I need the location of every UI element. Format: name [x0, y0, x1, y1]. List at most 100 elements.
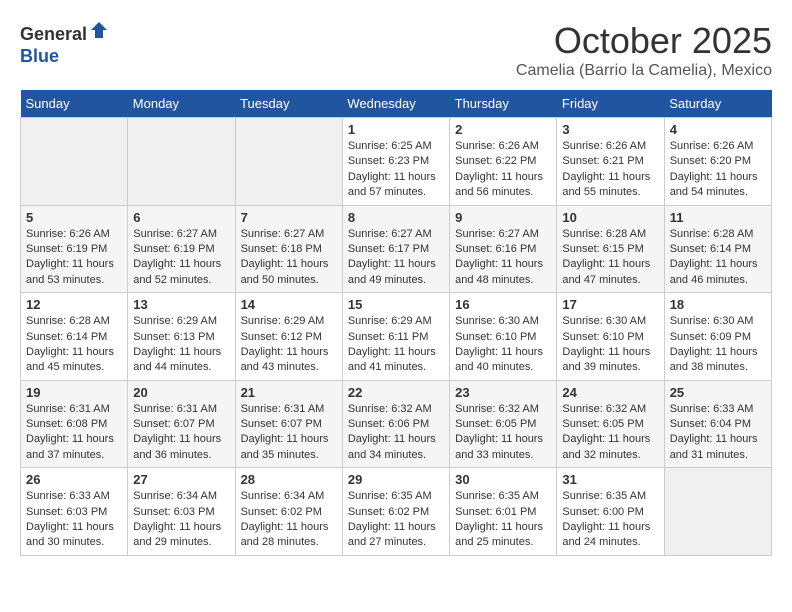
day-number: 16 [455, 297, 551, 312]
day-number: 4 [670, 122, 766, 137]
calendar-cell [664, 468, 771, 556]
weekday-monday: Monday [128, 90, 235, 118]
weekday-wednesday: Wednesday [342, 90, 449, 118]
calendar-cell: 13 Sunrise: 6:29 AM Sunset: 6:13 PM Dayli… [128, 293, 235, 381]
day-info: Sunrise: 6:32 AM Sunset: 6:06 PM Dayligh… [348, 402, 444, 464]
day-number: 12 [26, 297, 122, 312]
day-number: 5 [26, 210, 122, 225]
day-info: Sunrise: 6:34 AM Sunset: 6:02 PM Dayligh… [241, 489, 337, 551]
calendar-cell: 5Sunrise: 6:26 AM Sunset: 6:19 PM Daylig… [21, 205, 128, 293]
day-number: 11 [670, 210, 766, 225]
week-row-1: 1Sunrise: 6:25 AM Sunset: 6:23 PM Daylig… [21, 118, 772, 206]
day-info: Sunrise: 6:28 AM Sunset: 6:14 PM Dayligh… [26, 314, 122, 376]
day-number: 23 [455, 385, 551, 400]
day-info: Sunrise: 6:26 AM Sunset: 6:20 PM Dayligh… [670, 139, 766, 201]
day-info: Sunrise: 6:35 AM Sunset: 6:00 PM Dayligh… [562, 489, 658, 551]
day-info: Sunrise: 6:35 AM Sunset: 6:01 PM Dayligh… [455, 489, 551, 551]
day-number: 19 [26, 385, 122, 400]
calendar-cell: 29 Sunrise: 6:35 AM Sunset: 6:02 PM Dayli… [342, 468, 449, 556]
day-info: Sunrise: 6:27 AM Sunset: 6:16 PM Dayligh… [455, 227, 551, 289]
day-info: Sunrise: 6:26 AM Sunset: 6:22 PM Dayligh… [455, 139, 551, 201]
day-number: 2 [455, 122, 551, 137]
calendar-cell: 10 Sunrise: 6:28 AM Sunset: 6:15 PM Dayli… [557, 205, 664, 293]
calendar-cell: 16 Sunrise: 6:30 AM Sunset: 6:10 PM Dayli… [450, 293, 557, 381]
day-number: 30 [455, 472, 551, 487]
calendar-cell: 2 Sunrise: 6:26 AM Sunset: 6:22 PM Daylig… [450, 118, 557, 206]
calendar-cell [128, 118, 235, 206]
calendar-cell: 23 Sunrise: 6:32 AM Sunset: 6:05 PM Dayli… [450, 380, 557, 468]
day-info: Sunrise: 6:29 AM Sunset: 6:11 PM Dayligh… [348, 314, 444, 376]
calendar-cell: 24 Sunrise: 6:32 AM Sunset: 6:05 PM Dayli… [557, 380, 664, 468]
calendar-cell: 31 Sunrise: 6:35 AM Sunset: 6:00 PM Dayli… [557, 468, 664, 556]
day-number: 29 [348, 472, 444, 487]
calendar-table: SundayMondayTuesdayWednesdayThursdayFrid… [20, 90, 772, 556]
calendar-cell: 20 Sunrise: 6:31 AM Sunset: 6:07 PM Dayli… [128, 380, 235, 468]
weekday-tuesday: Tuesday [235, 90, 342, 118]
page-header: General Blue October 2025 Camelia (Barri… [20, 20, 772, 80]
logo: General Blue [20, 20, 109, 67]
day-info: Sunrise: 6:31 AM Sunset: 6:08 PM Dayligh… [26, 402, 122, 464]
weekday-friday: Friday [557, 90, 664, 118]
day-info: Sunrise: 6:30 AM Sunset: 6:10 PM Dayligh… [562, 314, 658, 376]
calendar-cell: 1Sunrise: 6:25 AM Sunset: 6:23 PM Daylig… [342, 118, 449, 206]
calendar-cell: 30 Sunrise: 6:35 AM Sunset: 6:01 PM Dayli… [450, 468, 557, 556]
day-info: Sunrise: 6:32 AM Sunset: 6:05 PM Dayligh… [562, 402, 658, 464]
calendar-cell: 18 Sunrise: 6:30 AM Sunset: 6:09 PM Dayli… [664, 293, 771, 381]
logo-general: General [20, 24, 87, 44]
calendar-cell: 22Sunrise: 6:32 AM Sunset: 6:06 PM Dayli… [342, 380, 449, 468]
day-number: 7 [241, 210, 337, 225]
day-info: Sunrise: 6:28 AM Sunset: 6:14 PM Dayligh… [670, 227, 766, 289]
day-number: 20 [133, 385, 229, 400]
day-number: 1 [348, 122, 444, 137]
day-number: 28 [241, 472, 337, 487]
calendar-cell: 7 Sunrise: 6:27 AM Sunset: 6:18 PM Daylig… [235, 205, 342, 293]
day-number: 13 [133, 297, 229, 312]
day-number: 21 [241, 385, 337, 400]
day-info: Sunrise: 6:27 AM Sunset: 6:19 PM Dayligh… [133, 227, 229, 289]
week-row-2: 5Sunrise: 6:26 AM Sunset: 6:19 PM Daylig… [21, 205, 772, 293]
calendar-cell: 8Sunrise: 6:27 AM Sunset: 6:17 PM Daylig… [342, 205, 449, 293]
calendar-cell: 14Sunrise: 6:29 AM Sunset: 6:12 PM Dayli… [235, 293, 342, 381]
day-number: 26 [26, 472, 122, 487]
logo-icon [89, 20, 109, 40]
day-info: Sunrise: 6:28 AM Sunset: 6:15 PM Dayligh… [562, 227, 658, 289]
day-number: 25 [670, 385, 766, 400]
weekday-sunday: Sunday [21, 90, 128, 118]
calendar-cell: 9 Sunrise: 6:27 AM Sunset: 6:16 PM Daylig… [450, 205, 557, 293]
day-number: 24 [562, 385, 658, 400]
calendar-cell: 25Sunrise: 6:33 AM Sunset: 6:04 PM Dayli… [664, 380, 771, 468]
week-row-4: 19 Sunrise: 6:31 AM Sunset: 6:08 PM Dayli… [21, 380, 772, 468]
day-number: 3 [562, 122, 658, 137]
calendar-cell: 21 Sunrise: 6:31 AM Sunset: 6:07 PM Dayli… [235, 380, 342, 468]
day-info: Sunrise: 6:31 AM Sunset: 6:07 PM Dayligh… [133, 402, 229, 464]
day-number: 15 [348, 297, 444, 312]
weekday-thursday: Thursday [450, 90, 557, 118]
calendar-cell [235, 118, 342, 206]
logo-blue: Blue [20, 46, 59, 66]
calendar-cell: 15 Sunrise: 6:29 AM Sunset: 6:11 PM Dayli… [342, 293, 449, 381]
weekday-saturday: Saturday [664, 90, 771, 118]
calendar-cell: 6 Sunrise: 6:27 AM Sunset: 6:19 PM Daylig… [128, 205, 235, 293]
day-number: 14 [241, 297, 337, 312]
day-number: 17 [562, 297, 658, 312]
day-info: Sunrise: 6:32 AM Sunset: 6:05 PM Dayligh… [455, 402, 551, 464]
week-row-5: 26Sunrise: 6:33 AM Sunset: 6:03 PM Dayli… [21, 468, 772, 556]
day-number: 18 [670, 297, 766, 312]
calendar-cell: 26Sunrise: 6:33 AM Sunset: 6:03 PM Dayli… [21, 468, 128, 556]
calendar-cell: 28 Sunrise: 6:34 AM Sunset: 6:02 PM Dayli… [235, 468, 342, 556]
day-number: 9 [455, 210, 551, 225]
day-info: Sunrise: 6:34 AM Sunset: 6:03 PM Dayligh… [133, 489, 229, 551]
title-block: October 2025 Camelia (Barrio la Camelia)… [516, 20, 772, 80]
day-info: Sunrise: 6:31 AM Sunset: 6:07 PM Dayligh… [241, 402, 337, 464]
location-title: Camelia (Barrio la Camelia), Mexico [516, 62, 772, 80]
day-info: Sunrise: 6:30 AM Sunset: 6:10 PM Dayligh… [455, 314, 551, 376]
day-info: Sunrise: 6:29 AM Sunset: 6:13 PM Dayligh… [133, 314, 229, 376]
day-info: Sunrise: 6:35 AM Sunset: 6:02 PM Dayligh… [348, 489, 444, 551]
day-number: 6 [133, 210, 229, 225]
calendar-cell: 27Sunrise: 6:34 AM Sunset: 6:03 PM Dayli… [128, 468, 235, 556]
day-info: Sunrise: 6:30 AM Sunset: 6:09 PM Dayligh… [670, 314, 766, 376]
day-number: 31 [562, 472, 658, 487]
day-number: 10 [562, 210, 658, 225]
day-info: Sunrise: 6:27 AM Sunset: 6:18 PM Dayligh… [241, 227, 337, 289]
week-row-3: 12 Sunrise: 6:28 AM Sunset: 6:14 PM Dayli… [21, 293, 772, 381]
